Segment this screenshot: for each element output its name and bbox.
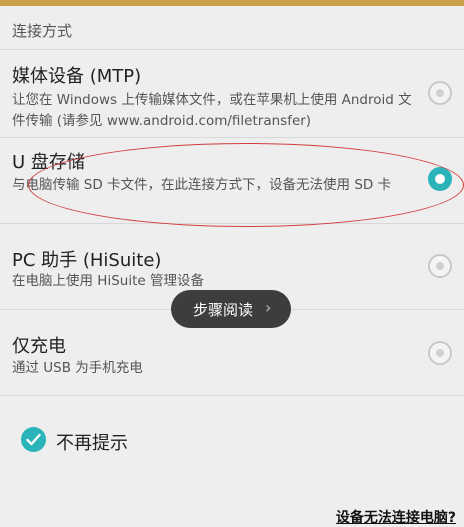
cannot-connect-link[interactable]: 设备无法连接电脑? bbox=[336, 507, 456, 527]
option-mtp[interactable]: 媒体设备 (MTP) 让您在 Windows 上传输媒体文件，或在苹果机上使用 … bbox=[0, 50, 464, 138]
option-description: 让您在 Windows 上传输媒体文件，或在苹果机上使用 Android 文件传… bbox=[12, 92, 412, 129]
option-description: 与电脑传输 SD 卡文件，在此连接方式下，设备无法使用 SD 卡 bbox=[12, 177, 392, 193]
option-title: U 盘存储 bbox=[12, 152, 85, 173]
radio-charge-only[interactable] bbox=[428, 341, 452, 365]
option-title: PC 助手 (HiSuite) bbox=[12, 250, 162, 271]
checkbox-checked-icon[interactable] bbox=[21, 427, 46, 452]
radio-usb-storage[interactable] bbox=[428, 167, 452, 191]
radio-dot-icon bbox=[436, 349, 444, 357]
dont-remind-row[interactable]: 不再提示 bbox=[0, 396, 464, 486]
radio-hisuite[interactable] bbox=[428, 254, 452, 278]
option-description: 在电脑上使用 HiSuite 管理设备 bbox=[12, 273, 204, 289]
dont-remind-label: 不再提示 bbox=[56, 433, 128, 454]
option-title: 仅充电 bbox=[12, 336, 66, 357]
option-description: 通过 USB 为手机充电 bbox=[12, 360, 143, 376]
radio-dot-icon bbox=[436, 262, 444, 270]
radio-dot-icon bbox=[436, 89, 444, 97]
step-reading-toast[interactable]: 步骤阅读 › bbox=[171, 290, 291, 328]
option-title: 媒体设备 (MTP) bbox=[12, 66, 142, 87]
chevron-right-icon: › bbox=[265, 298, 272, 317]
option-usb-storage[interactable]: U 盘存储 与电脑传输 SD 卡文件，在此连接方式下，设备无法使用 SD 卡 bbox=[0, 138, 464, 224]
toast-label: 步骤阅读 bbox=[193, 301, 254, 319]
radio-dot-icon bbox=[435, 174, 445, 184]
section-title: 连接方式 bbox=[12, 22, 73, 40]
radio-mtp[interactable] bbox=[428, 81, 452, 105]
checkmark-icon bbox=[26, 433, 41, 446]
section-header: 连接方式 bbox=[0, 6, 464, 50]
